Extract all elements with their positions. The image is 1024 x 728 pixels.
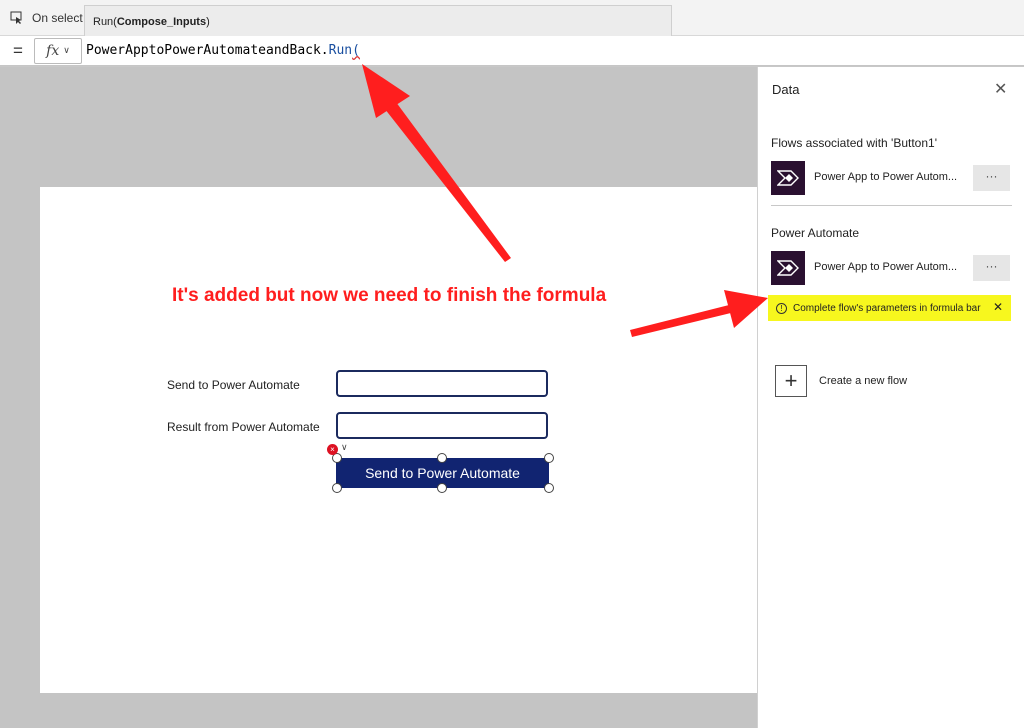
intellisense-tooltip: Run(Compose_Inputs) — [84, 5, 672, 36]
chevron-down-icon: ∨ — [63, 46, 70, 56]
power-automate-icon — [771, 161, 805, 195]
send-input[interactable] — [336, 370, 548, 397]
divider — [771, 205, 1012, 206]
property-selector[interactable]: On select — [0, 0, 84, 36]
flow-name: Power App to Power Autom... — [814, 171, 958, 183]
annotation-text: It's added but now we need to finish the… — [172, 285, 607, 306]
formula-bar: = fx ∨ PowerApptoPowerAutomateandBack.Ru… — [0, 36, 1024, 66]
formula-object: PowerApptoPowerAutomateandBack. — [86, 43, 329, 58]
tooltip-param: Compose_Inputs — [116, 16, 207, 28]
create-flow-label: Create a new flow — [819, 375, 908, 387]
power-automate-icon — [771, 251, 805, 285]
result-input[interactable] — [336, 412, 548, 439]
formula-open-paren: ( — [352, 43, 360, 58]
property-selector-label: On select — [32, 11, 83, 25]
select-cursor-icon — [10, 11, 22, 24]
close-icon[interactable]: ✕ — [994, 79, 1007, 99]
warning-text: Complete flow's parameters in formula ba… — [793, 302, 981, 314]
fx-icon: fx — [46, 43, 60, 59]
app-screen[interactable] — [40, 187, 757, 693]
top-bar: On select Run(Compose_Inputs) — [0, 0, 1024, 36]
equals-sign: = — [13, 41, 23, 60]
resize-handle-bm[interactable] — [437, 483, 447, 493]
formula-function: Run — [328, 43, 353, 58]
error-icon[interactable]: × — [327, 444, 338, 455]
resize-handle-br[interactable] — [544, 483, 554, 493]
section-associated-flows-title: Flows associated with 'Button1' — [771, 136, 937, 150]
close-icon[interactable]: ✕ — [993, 300, 1003, 314]
plus-icon: + — [775, 365, 807, 397]
result-label: Result from Power Automate — [167, 420, 320, 434]
info-icon: ! — [776, 302, 787, 314]
tooltip-prefix: Run( — [93, 16, 117, 28]
resize-handle-bl[interactable] — [332, 483, 342, 493]
data-panel: Data ✕ Flows associated with 'Button1' P… — [757, 67, 1024, 728]
panel-title: Data — [772, 82, 800, 97]
flow-name: Power App to Power Autom... — [814, 261, 958, 273]
tooltip-suffix: ) — [206, 16, 210, 28]
section-power-automate-title: Power Automate — [771, 226, 860, 240]
create-flow-button[interactable]: + Create a new flow — [775, 365, 907, 397]
fx-button[interactable]: fx ∨ — [34, 38, 82, 64]
warning-banner: ! Complete flow's parameters in formula … — [768, 295, 1011, 321]
more-options-button[interactable]: ··· — [973, 165, 1010, 191]
send-label: Send to Power Automate — [167, 378, 300, 392]
resize-handle-tr[interactable] — [544, 453, 554, 463]
flow-item-power-automate[interactable]: Power App to Power Autom... ··· — [771, 251, 1011, 285]
chevron-down-icon[interactable]: ∨ — [341, 442, 348, 453]
more-options-button[interactable]: ··· — [973, 255, 1010, 281]
flow-item-associated[interactable]: Power App to Power Autom... ··· — [771, 161, 1011, 195]
resize-handle-tm[interactable] — [437, 453, 447, 463]
formula-input[interactable]: PowerApptoPowerAutomateandBack.Run( — [86, 40, 1024, 64]
